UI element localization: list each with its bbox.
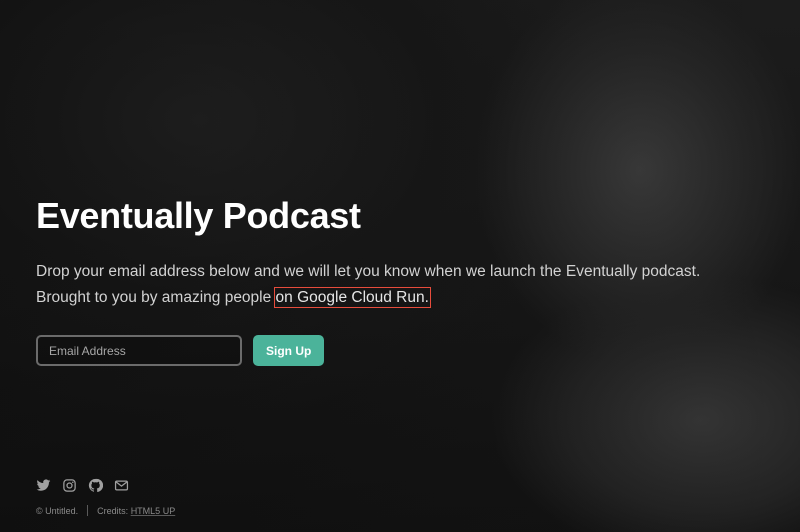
envelope-icon[interactable] (114, 478, 129, 493)
description-line-2-prefix: Brought to you by amazing people (36, 289, 276, 306)
copyright-text: © Untitled. (36, 505, 79, 516)
footer-divider (87, 505, 89, 516)
sign-up-button[interactable]: Sign Up (253, 335, 325, 366)
signup-form: Sign Up (36, 335, 325, 366)
footer: © Untitled. Credits: HTML5 UP (36, 478, 175, 516)
copyright: © Untitled. Credits: HTML5 UP (36, 505, 175, 516)
credits-link[interactable]: HTML5 UP (131, 506, 176, 516)
description-line-1: Drop your email address below and we wil… (36, 263, 701, 280)
description-highlight: on Google Cloud Run. (273, 287, 431, 308)
email-input[interactable] (36, 335, 242, 366)
github-icon[interactable] (88, 478, 103, 493)
social-icons (36, 478, 175, 493)
twitter-icon[interactable] (36, 478, 51, 493)
description: Drop your email address below and we wil… (36, 259, 776, 311)
page-title: Eventually Podcast (36, 195, 361, 236)
header: Eventually Podcast Drop your email addre… (36, 195, 776, 311)
instagram-icon[interactable] (62, 478, 77, 493)
credits-prefix: Credits: (97, 505, 129, 516)
